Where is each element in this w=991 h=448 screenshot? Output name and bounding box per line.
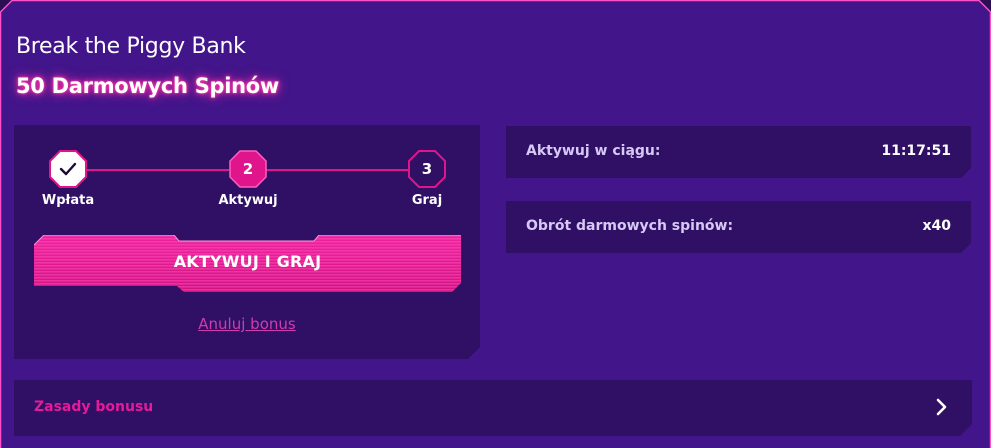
bonus-rules-row[interactable]: Zasady bonusu [14,380,972,436]
bonus-subtitle: 50 Darmowych Spinów [16,74,280,98]
step-1-octagon [49,150,87,188]
step-2-number: 2 [242,160,254,178]
bonus-rules-label: Zasady bonusu [34,399,154,415]
wagering-value: x40 [922,218,951,234]
activate-within-row: Aktywuj w ciągu: 11:17:51 [506,126,971,178]
progress-line-2 [266,169,409,171]
cancel-bonus-link[interactable]: Anuluj bonus [0,315,494,333]
activate-within-label: Aktywuj w ciągu: [526,143,661,159]
activate-and-play-button[interactable]: AKTYWUJ I GRAJ [33,234,461,292]
step-2-label: Aktywuj [218,193,278,208]
bonus-title: Break the Piggy Bank [16,34,246,59]
progress-line-1 [86,169,229,171]
activate-button-label: AKTYWUJ I GRAJ [173,252,322,271]
wagering-label: Obrót darmowych spinów: [526,218,734,234]
activate-within-timer: 11:17:51 [881,143,951,159]
step-3-label: Graj [411,193,443,208]
step-3-number: 3 [421,160,433,178]
step-1-label: Wpłata [41,193,95,208]
wagering-row: Obrót darmowych spinów: x40 [506,201,971,253]
chevron-right-icon [936,398,947,416]
